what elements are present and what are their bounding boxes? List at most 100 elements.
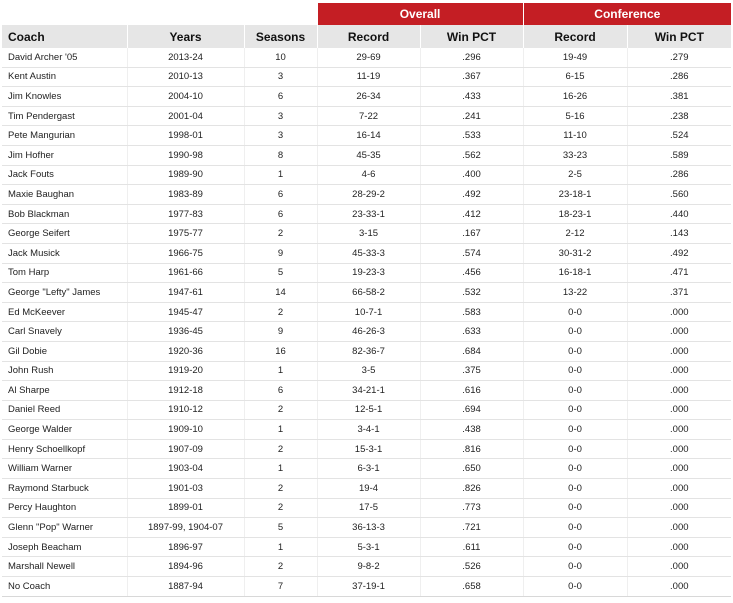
cell-years: 1896-97 bbox=[126, 537, 244, 558]
cell-coach: John Rush bbox=[2, 361, 127, 382]
cell-conference-win-pct: .286 bbox=[626, 67, 732, 88]
cell-conference-win-pct: .000 bbox=[626, 498, 732, 519]
cell-conference-record: 0-0 bbox=[522, 302, 628, 323]
cell-seasons: 7 bbox=[243, 576, 318, 597]
cell-coach: Pete Mangurian bbox=[2, 125, 127, 146]
column-header-row: Coach Years Seasons Record Win PCT Recor… bbox=[2, 25, 732, 48]
cell-conference-win-pct: .000 bbox=[626, 576, 732, 597]
cell-seasons: 6 bbox=[243, 204, 318, 225]
cell-conference-record: 0-0 bbox=[522, 321, 628, 342]
cell-overall-win-pct: .532 bbox=[419, 282, 524, 303]
cell-conference-win-pct: .000 bbox=[626, 556, 732, 578]
table-row: Bob Blackman 1977-83 6 23-33-1.412 18-23-1.4… bbox=[2, 204, 732, 225]
cell-overall-win-pct: .611 bbox=[419, 537, 524, 558]
table-row: George "Lefty" James 1947-61 14 66-58-2.532… bbox=[2, 282, 732, 303]
cell-conference-win-pct: .492 bbox=[626, 243, 732, 264]
cell-seasons: 6 bbox=[243, 380, 318, 401]
cell-overall-win-pct: .412 bbox=[419, 204, 524, 225]
cell-conference-win-pct: .000 bbox=[626, 478, 732, 499]
cell-conference-record: 0-0 bbox=[522, 419, 628, 440]
cell-conference-win-pct: .000 bbox=[626, 517, 732, 538]
cell-seasons: 1 bbox=[243, 537, 318, 558]
table-row: Tom Harp 1961-66 5 19-23-3.456 16-18-1.471 bbox=[2, 263, 732, 284]
cell-coach: George "Lefty" James bbox=[2, 282, 127, 303]
cell-coach: Jack Musick bbox=[2, 243, 127, 264]
cell-conference-record: 0-0 bbox=[522, 400, 628, 421]
cell-seasons: 2 bbox=[243, 400, 318, 421]
cell-overall-win-pct: .633 bbox=[419, 321, 524, 342]
cell-years: 1894-96 bbox=[126, 556, 244, 578]
cell-overall-record: 11-19 bbox=[316, 67, 421, 88]
cell-overall-record: 9-8-2 bbox=[316, 556, 421, 578]
cell-overall-win-pct: .721 bbox=[419, 517, 524, 538]
cell-overall-win-pct: .375 bbox=[419, 361, 524, 382]
cell-overall-record: 19-23-3 bbox=[316, 263, 421, 284]
table-row: Jim Knowles 2004-10 6 26-34.433 16-26.381 bbox=[2, 86, 732, 107]
column-header-overall-win-pct[interactable]: Win PCT bbox=[419, 25, 524, 48]
column-header-seasons[interactable]: Seasons bbox=[243, 25, 318, 48]
cell-seasons: 14 bbox=[243, 282, 318, 303]
cell-overall-win-pct: .492 bbox=[419, 184, 524, 205]
cell-overall-win-pct: .574 bbox=[419, 243, 524, 264]
column-header-overall-record[interactable]: Record bbox=[316, 25, 421, 48]
column-header-coach[interactable]: Coach bbox=[2, 25, 127, 48]
table-row: William Warner 1903-04 1 6-3-1.650 0-0.000 bbox=[2, 458, 732, 480]
cell-coach: Carl Snavely bbox=[2, 321, 127, 342]
cell-conference-record: 11-10 bbox=[522, 125, 628, 146]
cell-seasons: 2 bbox=[243, 439, 318, 460]
cell-seasons: 10 bbox=[243, 48, 318, 68]
cell-seasons: 2 bbox=[243, 302, 318, 323]
cell-overall-record: 7-22 bbox=[316, 106, 421, 127]
cell-conference-record: 16-26 bbox=[522, 86, 628, 107]
cell-years: 1961-66 bbox=[126, 263, 244, 284]
table-row: David Archer '05 2013-24 10 29-69.296 19-49.… bbox=[2, 48, 732, 68]
cell-years: 1945-47 bbox=[126, 302, 244, 323]
cell-years: 1903-04 bbox=[126, 458, 244, 480]
cell-seasons: 1 bbox=[243, 361, 318, 382]
cell-overall-record: 12-5-1 bbox=[316, 400, 421, 421]
table-row: Gil Dobie 1920-36 16 82-36-7.684 0-0.000 bbox=[2, 341, 732, 362]
cell-coach: Tom Harp bbox=[2, 263, 127, 284]
cell-overall-record: 37-19-1 bbox=[316, 576, 421, 597]
cell-years: 1936-45 bbox=[126, 321, 244, 342]
group-header-row: Overall Conference bbox=[2, 3, 732, 25]
cell-overall-win-pct: .456 bbox=[419, 263, 524, 284]
cell-conference-record: 19-49 bbox=[522, 48, 628, 68]
cell-overall-record: 19-4 bbox=[316, 478, 421, 499]
cell-conference-record: 0-0 bbox=[522, 341, 628, 362]
cell-coach: Raymond Starbuck bbox=[2, 478, 127, 499]
column-header-years[interactable]: Years bbox=[126, 25, 244, 48]
cell-seasons: 3 bbox=[243, 67, 318, 88]
cell-overall-win-pct: .400 bbox=[419, 165, 524, 186]
cell-overall-win-pct: .296 bbox=[419, 48, 524, 68]
cell-coach: Ed McKeever bbox=[2, 302, 127, 323]
cell-coach: Jim Hofher bbox=[2, 145, 127, 166]
cell-overall-record: 3-15 bbox=[316, 223, 421, 244]
cell-overall-record: 45-35 bbox=[316, 145, 421, 166]
table-row: Pete Mangurian 1998-01 3 16-14.533 11-10.524 bbox=[2, 125, 732, 146]
column-header-conference-win-pct[interactable]: Win PCT bbox=[626, 25, 732, 48]
cell-overall-record: 4-6 bbox=[316, 165, 421, 186]
cell-seasons: 6 bbox=[243, 184, 318, 205]
cell-overall-record: 29-69 bbox=[316, 48, 421, 68]
cell-seasons: 16 bbox=[243, 341, 318, 362]
column-header-conference-record[interactable]: Record bbox=[522, 25, 628, 48]
cell-years: 1887-94 bbox=[126, 576, 244, 597]
cell-overall-win-pct: .650 bbox=[419, 458, 524, 480]
cell-overall-record: 34-21-1 bbox=[316, 380, 421, 401]
cell-coach: Jack Fouts bbox=[2, 165, 127, 186]
cell-years: 1983-89 bbox=[126, 184, 244, 205]
group-header-blank bbox=[2, 3, 318, 25]
cell-conference-win-pct: .000 bbox=[626, 380, 732, 401]
cell-seasons: 3 bbox=[243, 106, 318, 127]
cell-conference-win-pct: .000 bbox=[626, 439, 732, 460]
cell-overall-win-pct: .562 bbox=[419, 145, 524, 166]
cell-conference-record: 13-22 bbox=[522, 282, 628, 303]
table-row: Jim Hofher 1990-98 8 45-35.562 33-23.589 bbox=[2, 145, 732, 166]
cell-coach: Kent Austin bbox=[2, 67, 127, 88]
table-row: John Rush 1919-20 1 3-5.375 0-0.000 bbox=[2, 361, 732, 382]
table-row: Raymond Starbuck 1901-03 2 19-4.826 0-0.000 bbox=[2, 478, 732, 499]
cell-conference-record: 0-0 bbox=[522, 361, 628, 382]
cell-overall-record: 3-5 bbox=[316, 361, 421, 382]
cell-seasons: 8 bbox=[243, 145, 318, 166]
